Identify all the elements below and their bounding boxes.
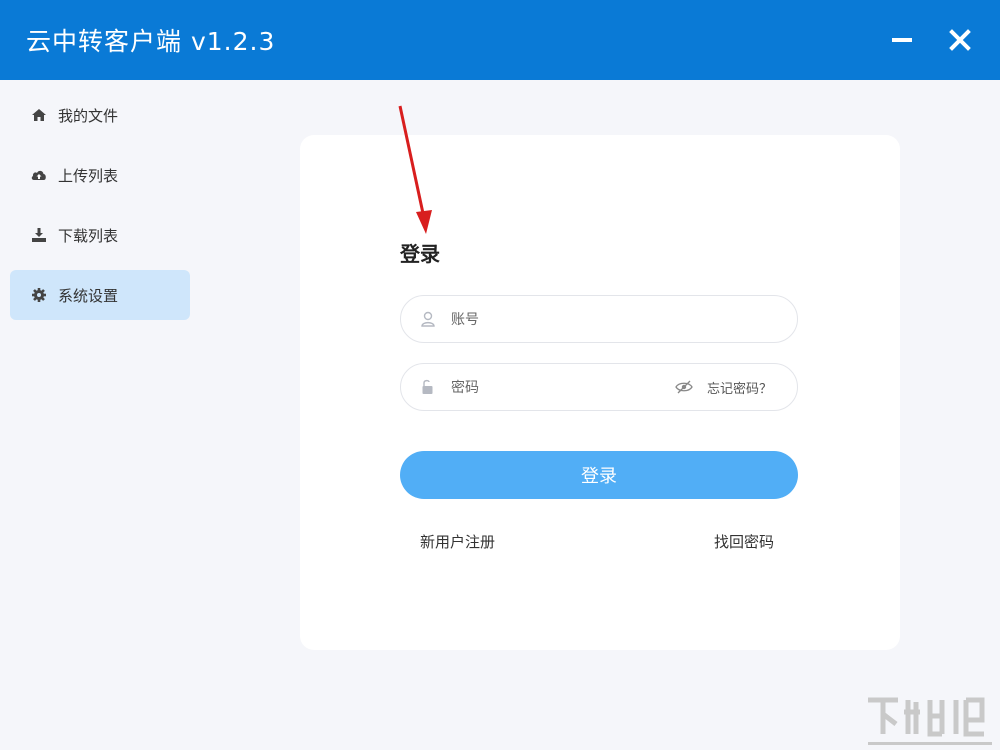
eye-slash-icon[interactable] <box>675 379 693 395</box>
sidebar-item-download-list[interactable]: 下载列表 <box>10 210 190 260</box>
sidebar-item-system-settings[interactable]: 系统设置 <box>10 270 190 320</box>
sidebar-item-upload-list[interactable]: 上传列表 <box>10 150 190 200</box>
user-icon <box>419 310 437 328</box>
app-title: 云中转客户端 v1.2.3 <box>26 27 276 56</box>
gear-icon <box>30 286 48 304</box>
home-icon <box>30 106 48 124</box>
cloud-upload-icon <box>30 166 48 184</box>
lock-icon <box>419 378 437 396</box>
download-icon <box>30 226 48 244</box>
sidebar-item-label: 我的文件 <box>58 106 119 125</box>
password-field[interactable]: 忘记密码？ <box>400 363 798 411</box>
password-input[interactable] <box>451 377 651 399</box>
account-field[interactable] <box>400 295 798 343</box>
sidebar-item-label: 下载列表 <box>58 226 119 245</box>
sidebar-item-label: 系统设置 <box>58 286 119 305</box>
sidebar: 我的文件 上传列表 下载列表 系统设置 <box>0 80 200 750</box>
register-link[interactable]: 新用户注册 <box>420 531 495 552</box>
watermark-logo-icon <box>868 697 992 745</box>
sidebar-item-my-files[interactable]: 我的文件 <box>10 90 190 140</box>
minimize-button[interactable] <box>886 24 918 56</box>
recover-password-link[interactable]: 找回密码 <box>714 531 774 552</box>
close-button[interactable] <box>944 24 976 56</box>
login-button[interactable]: 登录 <box>400 451 798 499</box>
minimize-icon <box>892 38 912 42</box>
account-input[interactable] <box>451 309 651 331</box>
title-bar: 云中转客户端 v1.2.3 <box>0 0 1000 80</box>
sidebar-item-label: 上传列表 <box>58 166 119 185</box>
forgot-password-link[interactable]: 忘记密码？ <box>707 378 772 397</box>
login-title: 登录 <box>400 242 440 266</box>
close-icon <box>949 29 971 51</box>
